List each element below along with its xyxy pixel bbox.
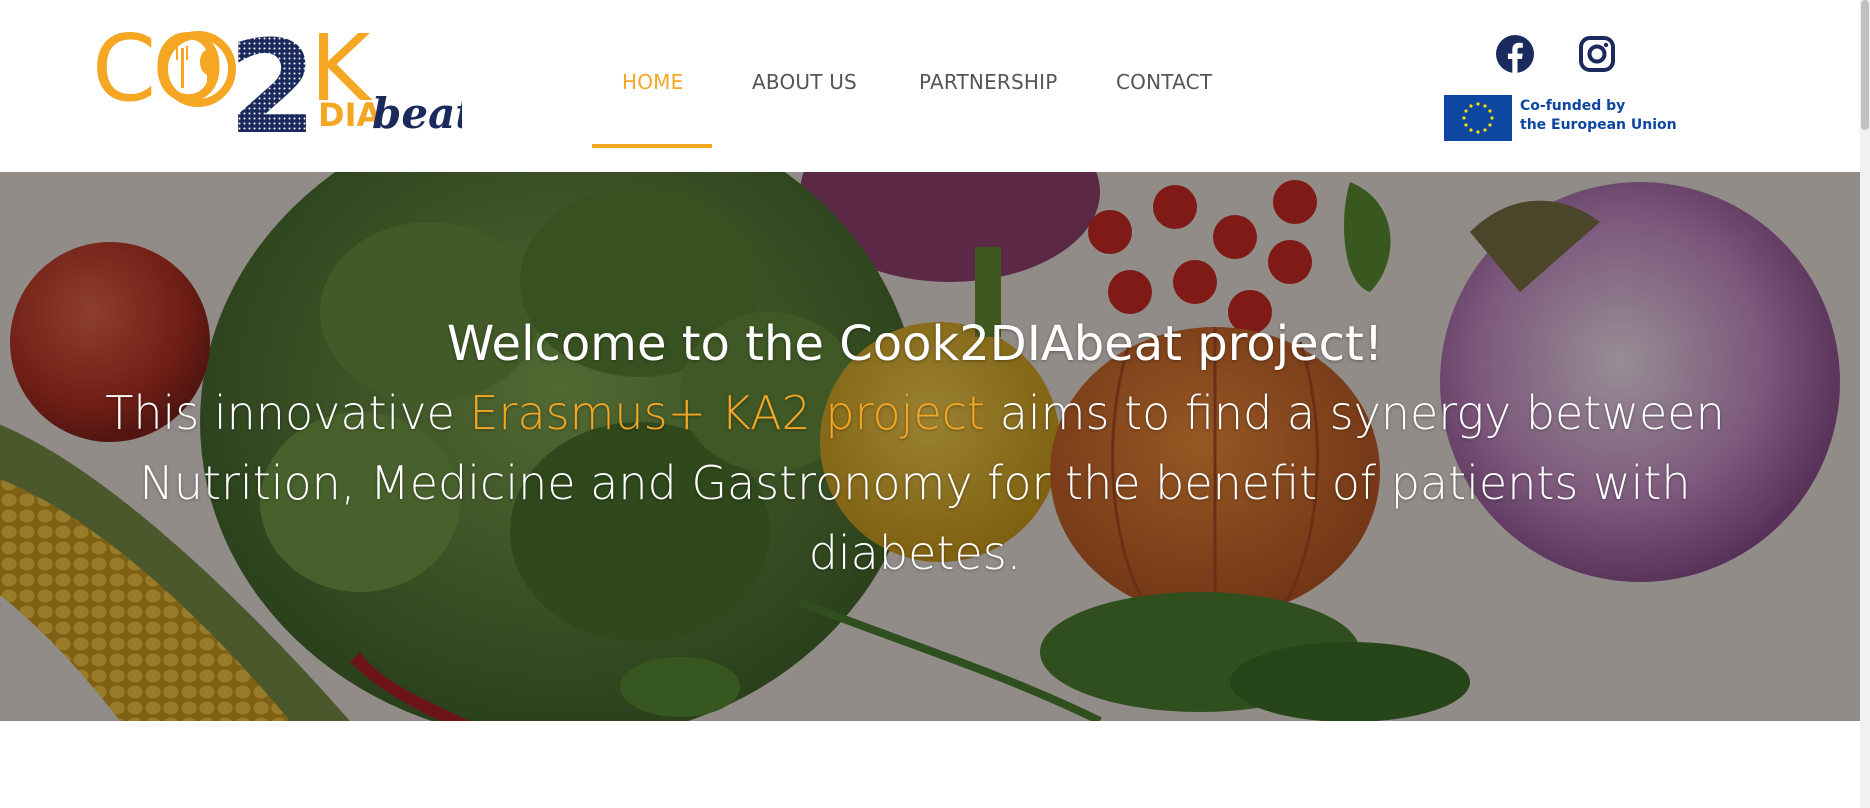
site-header: CO 2 K DIA beat HOME ABOUT US PARTNERSHI… — [0, 0, 1860, 172]
logo-text-2: 2 — [228, 16, 317, 146]
eu-label: Co-funded by the European Union — [1520, 97, 1677, 135]
facebook-icon[interactable] — [1495, 34, 1535, 74]
nav-item-home[interactable]: HOME — [622, 70, 683, 94]
hero-title: Welcome to the Cook2DIAbeat project! — [446, 316, 1384, 372]
hero-body-intro: This innovative — [105, 386, 470, 440]
nav-item-partnership[interactable]: PARTNERSHIP — [919, 70, 1058, 94]
eu-label-line1: Co-funded by — [1520, 98, 1626, 114]
eu-label-line2: the European Union — [1520, 117, 1677, 133]
eu-cofunded-badge: Co-funded by the European Union — [1444, 95, 1677, 143]
nav-active-indicator — [592, 144, 712, 148]
hero-text: Welcome to the Cook2DIAbeat project! Thi… — [100, 310, 1730, 588]
erasmus-link[interactable]: Erasmus+ KA2 project — [469, 386, 985, 440]
nav-item-about-us[interactable]: ABOUT US — [752, 70, 857, 94]
nav-item-contact[interactable]: CONTACT — [1116, 70, 1212, 94]
page-scrollbar[interactable] — [1860, 0, 1870, 808]
eu-flag-icon — [1444, 95, 1512, 141]
hero-banner: Welcome to the Cook2DIAbeat project! Thi… — [0, 172, 1860, 721]
site-logo[interactable]: CO 2 K DIA beat — [92, 16, 462, 146]
hero-body: This innovative Erasmus+ KA2 project aim… — [100, 378, 1730, 588]
logo-graphic: CO 2 K DIA beat — [92, 16, 462, 146]
logo-text-beat: beat — [372, 89, 462, 138]
instagram-icon[interactable] — [1577, 34, 1617, 74]
scrollbar-thumb[interactable] — [1861, 0, 1869, 130]
